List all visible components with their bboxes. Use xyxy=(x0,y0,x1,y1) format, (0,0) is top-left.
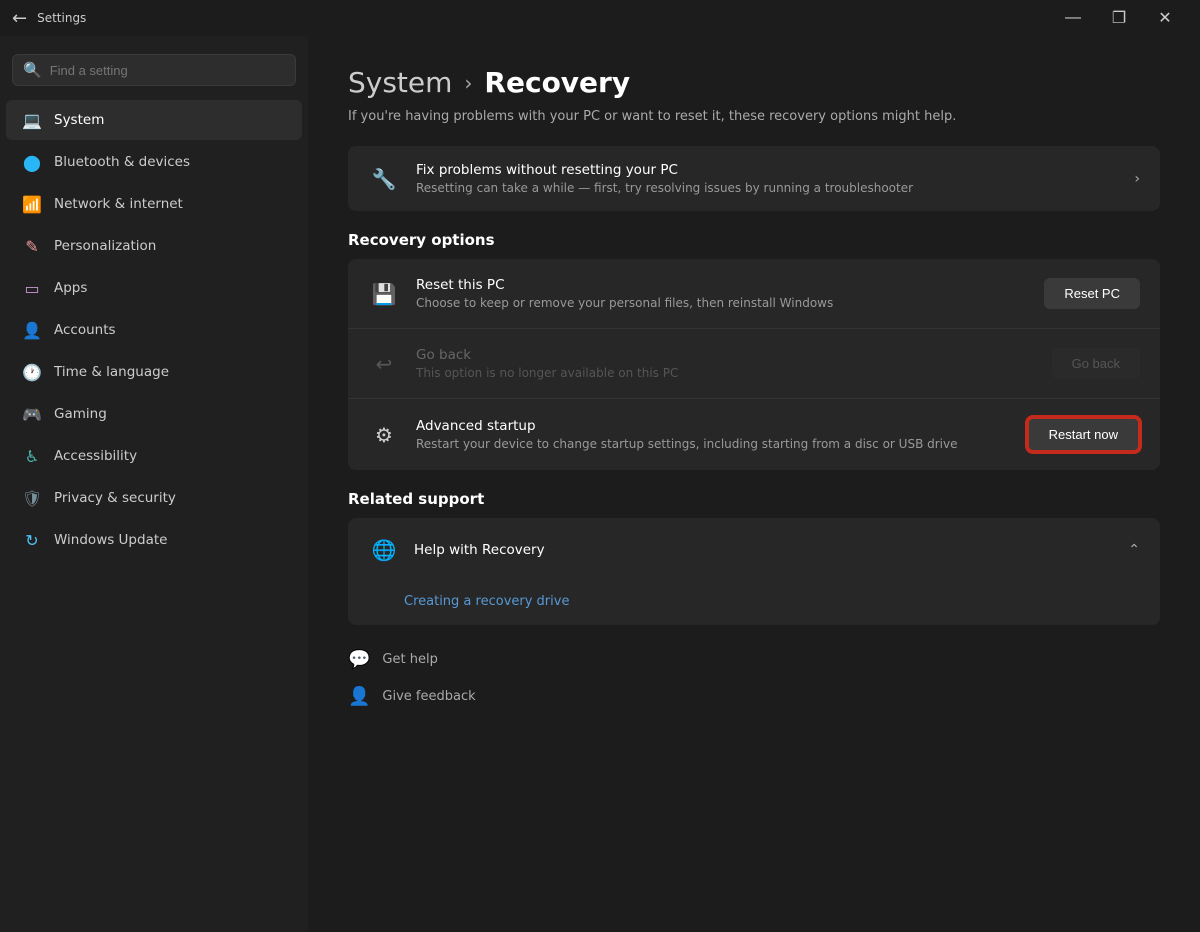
apps-icon: ▭ xyxy=(22,278,42,298)
gaming-icon: 🎮 xyxy=(22,404,42,424)
sidebar-item-system[interactable]: 💻 System xyxy=(6,100,302,140)
sidebar-item-apps[interactable]: ▭ Apps xyxy=(6,268,302,308)
privacy-icon: 🛡 xyxy=(22,488,42,508)
accessibility-icon: ♿ xyxy=(22,446,42,466)
support-left: 🌐 Help with Recovery xyxy=(368,534,545,566)
sidebar-item-label: Time & language xyxy=(54,364,169,380)
breadcrumb-arrow: › xyxy=(464,71,472,95)
main-content: System › Recovery If you're having probl… xyxy=(308,36,1200,932)
sidebar-item-personalization[interactable]: ✎ Personalization xyxy=(6,226,302,266)
search-box[interactable]: 🔍 xyxy=(12,54,296,86)
recovery-options-card: 💾 Reset this PC Choose to keep or remove… xyxy=(348,259,1160,470)
related-support-title: Related support xyxy=(348,490,1160,508)
advanced-text: Advanced startup Restart your device to … xyxy=(416,418,1011,451)
accounts-icon: 👤 xyxy=(22,320,42,340)
search-input[interactable] xyxy=(50,63,285,78)
creating-recovery-link[interactable]: Creating a recovery drive xyxy=(348,582,1160,625)
sidebar-item-accounts[interactable]: 👤 Accounts xyxy=(6,310,302,350)
reset-pc-row: 💾 Reset this PC Choose to keep or remove… xyxy=(348,259,1160,329)
goback-title: Go back xyxy=(416,347,1036,363)
back-button[interactable]: ← xyxy=(12,8,27,29)
sidebar-item-label: Bluetooth & devices xyxy=(54,154,190,170)
fix-desc: Resetting can take a while — first, try … xyxy=(416,181,1118,195)
go-back-row: ↩ Go back This option is no longer avail… xyxy=(348,329,1160,399)
recovery-options-title: Recovery options xyxy=(348,231,1160,249)
give-feedback-label: Give feedback xyxy=(382,689,475,704)
breadcrumb-current: Recovery xyxy=(484,66,630,99)
close-button[interactable]: ✕ xyxy=(1142,0,1188,36)
sidebar-item-privacy[interactable]: 🛡 Privacy & security xyxy=(6,478,302,518)
titlebar-left: ← Settings xyxy=(12,8,86,29)
fix-chevron-icon: › xyxy=(1134,171,1140,187)
sidebar: 🔍 💻 System ⬤ Bluetooth & devices 📶 Netwo… xyxy=(0,36,308,932)
help-title: Help with Recovery xyxy=(414,542,545,558)
app-layout: 🔍 💻 System ⬤ Bluetooth & devices 📶 Netwo… xyxy=(0,36,1200,932)
advanced-desc: Restart your device to change startup se… xyxy=(416,437,1011,451)
goback-desc: This option is no longer available on th… xyxy=(416,366,1036,380)
sidebar-item-gaming[interactable]: 🎮 Gaming xyxy=(6,394,302,434)
sidebar-item-label: Personalization xyxy=(54,238,156,254)
goback-text: Go back This option is no longer availab… xyxy=(416,347,1036,380)
fix-problems-row[interactable]: 🔧 Fix problems without resetting your PC… xyxy=(348,146,1160,211)
get-help-icon: 💬 xyxy=(348,649,370,670)
network-icon: 📶 xyxy=(22,194,42,214)
sidebar-item-network[interactable]: 📶 Network & internet xyxy=(6,184,302,224)
maximize-button[interactable]: ❐ xyxy=(1096,0,1142,36)
sidebar-item-accessibility[interactable]: ♿ Accessibility xyxy=(6,436,302,476)
sidebar-item-bluetooth[interactable]: ⬤ Bluetooth & devices xyxy=(6,142,302,182)
sidebar-item-label: Accounts xyxy=(54,322,116,338)
help-recovery-card: 🌐 Help with Recovery ⌃ Creating a recove… xyxy=(348,518,1160,625)
search-icon: 🔍 xyxy=(23,61,42,79)
give-feedback-icon: 👤 xyxy=(348,686,370,707)
titlebar-title: Settings xyxy=(37,11,86,25)
sidebar-item-time[interactable]: 🕐 Time & language xyxy=(6,352,302,392)
fix-problems-card[interactable]: 🔧 Fix problems without resetting your PC… xyxy=(348,146,1160,211)
time-icon: 🕐 xyxy=(22,362,42,382)
sidebar-item-label: Accessibility xyxy=(54,448,137,464)
page-subtitle: If you're having problems with your PC o… xyxy=(348,109,1160,124)
reset-desc: Choose to keep or remove your personal f… xyxy=(416,296,1028,310)
goback-icon: ↩ xyxy=(368,348,400,380)
get-help-label: Get help xyxy=(382,652,437,667)
sidebar-item-label: Privacy & security xyxy=(54,490,176,506)
get-help-link[interactable]: 💬 Get help xyxy=(348,645,1160,674)
give-feedback-link[interactable]: 👤 Give feedback xyxy=(348,682,1160,711)
fix-icon: 🔧 xyxy=(368,163,400,195)
help-icon: 🌐 xyxy=(368,534,400,566)
titlebar: ← Settings — ❐ ✕ xyxy=(0,0,1200,36)
go-back-button: Go back xyxy=(1052,348,1140,379)
reset-icon: 💾 xyxy=(368,278,400,310)
bluetooth-icon: ⬤ xyxy=(22,152,42,172)
sidebar-item-update[interactable]: ↻ Windows Update xyxy=(6,520,302,560)
support-chevron-icon: ⌃ xyxy=(1128,542,1140,558)
fix-title: Fix problems without resetting your PC xyxy=(416,162,1118,178)
sidebar-item-label: Windows Update xyxy=(54,532,167,548)
minimize-button[interactable]: — xyxy=(1050,0,1096,36)
advanced-icon: ⚙ xyxy=(368,419,400,451)
sidebar-item-label: Network & internet xyxy=(54,196,183,212)
sidebar-item-label: System xyxy=(54,112,104,128)
restart-now-button[interactable]: Restart now xyxy=(1027,417,1140,452)
sidebar-item-label: Gaming xyxy=(54,406,107,422)
footer-links: 💬 Get help 👤 Give feedback xyxy=(348,645,1160,711)
breadcrumb: System › Recovery xyxy=(348,66,1160,99)
reset-title: Reset this PC xyxy=(416,277,1028,293)
sidebar-item-label: Apps xyxy=(54,280,87,296)
advanced-title: Advanced startup xyxy=(416,418,1011,434)
help-recovery-header[interactable]: 🌐 Help with Recovery ⌃ xyxy=(348,518,1160,582)
update-icon: ↻ xyxy=(22,530,42,550)
reset-text: Reset this PC Choose to keep or remove y… xyxy=(416,277,1028,310)
reset-pc-button[interactable]: Reset PC xyxy=(1044,278,1140,309)
personalization-icon: ✎ xyxy=(22,236,42,256)
titlebar-controls: — ❐ ✕ xyxy=(1050,0,1188,36)
system-icon: 💻 xyxy=(22,110,42,130)
breadcrumb-parent[interactable]: System xyxy=(348,66,452,99)
fix-text: Fix problems without resetting your PC R… xyxy=(416,162,1118,195)
advanced-startup-row: ⚙ Advanced startup Restart your device t… xyxy=(348,399,1160,470)
